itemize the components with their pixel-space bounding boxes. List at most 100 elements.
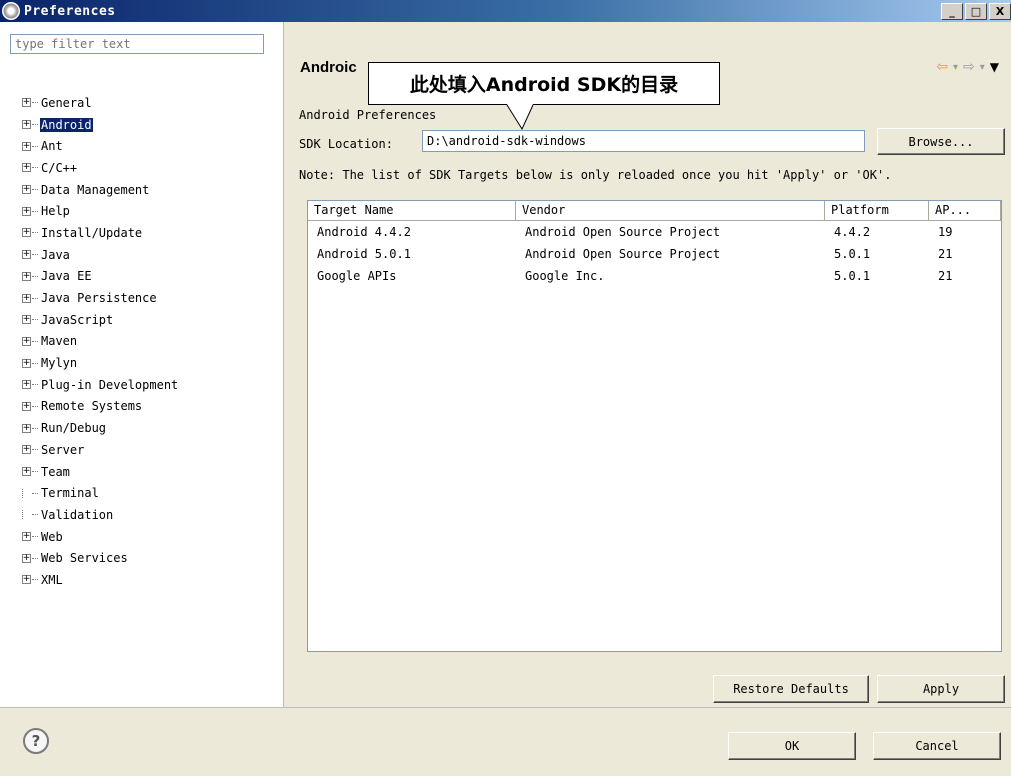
filter-input[interactable] — [10, 34, 264, 54]
tree-item[interactable]: + JavaScript — [22, 309, 179, 331]
expand-icon[interactable]: + — [22, 120, 31, 130]
tree-item[interactable]: + Ant — [22, 135, 179, 157]
expand-icon[interactable]: + — [22, 250, 31, 260]
tree-item-label: XML — [41, 572, 63, 587]
table-cell: Google APIs — [317, 269, 397, 283]
column-header-api[interactable]: AP... — [929, 201, 1001, 220]
expand-icon[interactable]: + — [22, 141, 31, 151]
expand-icon[interactable]: + — [22, 315, 31, 325]
tree-item[interactable]: + Web Services — [22, 547, 179, 569]
tree-item[interactable]: + Server — [22, 439, 179, 461]
tree-item[interactable]: + Run/Debug — [22, 417, 179, 439]
restore-defaults-button[interactable]: Restore Defaults — [713, 675, 869, 703]
expand-icon[interactable]: + — [22, 293, 31, 303]
chevron-down-icon[interactable]: ▾ — [953, 62, 958, 73]
tree-item-label: Data Management — [41, 182, 150, 197]
expand-icon[interactable]: + — [22, 532, 31, 542]
view-menu-icon[interactable]: ▼ — [990, 60, 999, 74]
tree-item[interactable]: + Plug-in Development — [22, 374, 179, 396]
sdk-targets-table[interactable]: Target Name Vendor Platform AP... Androi… — [307, 200, 1002, 652]
expand-icon[interactable]: + — [22, 336, 31, 346]
column-header-target-name[interactable]: Target Name — [308, 201, 516, 220]
tree-item-label: Plug-in Development — [41, 377, 179, 392]
tree-connector — [32, 145, 38, 147]
tree-item[interactable]: + Install/Update — [22, 222, 179, 244]
expand-icon[interactable]: + — [22, 445, 31, 455]
apply-button[interactable]: Apply — [877, 675, 1005, 703]
tree-item-label: Run/Debug — [41, 421, 107, 436]
expand-icon[interactable]: + — [22, 401, 31, 411]
close-button[interactable]: X — [989, 3, 1011, 20]
tree-item-label: Help — [41, 204, 70, 219]
sdk-location-label: SDK Location: — [299, 137, 393, 151]
tree-item[interactable]: + Web — [22, 526, 179, 548]
expand-icon[interactable]: + — [22, 271, 31, 281]
tree-item-label: Ant — [41, 139, 63, 154]
expand-icon[interactable]: + — [22, 358, 31, 368]
table-cell: 4.4.2 — [834, 225, 871, 239]
tree-item[interactable]: + Data Management — [22, 179, 179, 201]
chevron-down-icon[interactable]: ▾ — [980, 62, 985, 73]
expand-icon[interactable]: + — [22, 163, 31, 173]
table-row[interactable]: Google APIs Google Inc. 5.0.1 21 — [308, 265, 1001, 287]
expand-icon[interactable]: + — [22, 553, 31, 563]
tree-item[interactable]: Validation — [22, 504, 179, 526]
preferences-tree: + General + Android + Ant + C/C++ + Data Manageme… — [22, 92, 179, 591]
expand-icon[interactable]: + — [22, 185, 31, 195]
tree-item[interactable]: + Android — [22, 114, 179, 136]
tree-item[interactable]: + Java — [22, 244, 179, 266]
expand-icon[interactable]: + — [22, 423, 31, 433]
tree-connector — [32, 579, 38, 581]
callout-pointer — [506, 104, 534, 130]
tree-item-label: Terminal — [41, 486, 99, 501]
expand-icon[interactable]: + — [22, 98, 31, 108]
tree-item[interactable]: Terminal — [22, 482, 179, 504]
tree-connector — [32, 319, 38, 321]
expand-icon[interactable]: + — [22, 228, 31, 238]
table-row[interactable]: Android 4.4.2 Android Open Source Project… — [308, 221, 1001, 243]
tree-item[interactable]: + Java EE — [22, 266, 179, 288]
tree-line — [22, 488, 31, 498]
sdk-location-input[interactable]: D:\android-sdk-windows — [422, 130, 865, 152]
cancel-button[interactable]: Cancel — [873, 732, 1001, 760]
column-header-vendor[interactable]: Vendor — [516, 201, 825, 220]
ok-button[interactable]: OK — [728, 732, 856, 760]
sdk-directory-callout: 此处填入Android SDK的目录 — [368, 62, 720, 105]
expand-icon[interactable]: + — [22, 206, 31, 216]
tree-connector — [32, 449, 38, 451]
window-title: Preferences — [24, 3, 116, 19]
table-cell: 5.0.1 — [834, 269, 871, 283]
expand-icon[interactable]: + — [22, 467, 31, 477]
expand-icon[interactable]: + — [22, 380, 31, 390]
table-row[interactable]: Android 5.0.1 Android Open Source Project… — [308, 243, 1001, 265]
tree-item-label: Remote Systems — [41, 399, 143, 414]
tree-item[interactable]: + Team — [22, 461, 179, 483]
tree-connector — [32, 102, 38, 104]
tree-item-label: Maven — [41, 334, 78, 349]
help-icon[interactable]: ? — [23, 728, 49, 754]
tree-connector — [32, 275, 38, 277]
maximize-button[interactable]: □ — [965, 3, 987, 20]
tree-connector — [32, 384, 38, 386]
table-cell: Google Inc. — [525, 269, 605, 283]
expand-icon[interactable]: + — [22, 575, 31, 585]
tree-item[interactable]: + General — [22, 92, 179, 114]
tree-connector — [32, 210, 38, 212]
tree-item[interactable]: + Help — [22, 200, 179, 222]
tree-item[interactable]: + Maven — [22, 331, 179, 353]
tree-item[interactable]: + Remote Systems — [22, 396, 179, 418]
tree-item[interactable]: + Mylyn — [22, 352, 179, 374]
arrow-right-icon[interactable]: ⇨ — [963, 59, 975, 75]
tree-item[interactable]: + C/C++ — [22, 157, 179, 179]
column-header-platform[interactable]: Platform — [825, 201, 929, 220]
tree-item-label: Team — [41, 464, 70, 479]
tree-item[interactable]: + XML — [22, 569, 179, 591]
tree-line — [22, 510, 31, 520]
tree-item-label: JavaScript — [41, 312, 114, 327]
arrow-left-icon[interactable]: ⇦ — [936, 59, 948, 75]
tree-item[interactable]: + Java Persistence — [22, 287, 179, 309]
browse-button[interactable]: Browse... — [877, 128, 1005, 155]
tree-connector — [32, 254, 38, 256]
minimize-button[interactable]: _ — [941, 3, 963, 20]
tree-item-label: Java — [41, 247, 70, 262]
